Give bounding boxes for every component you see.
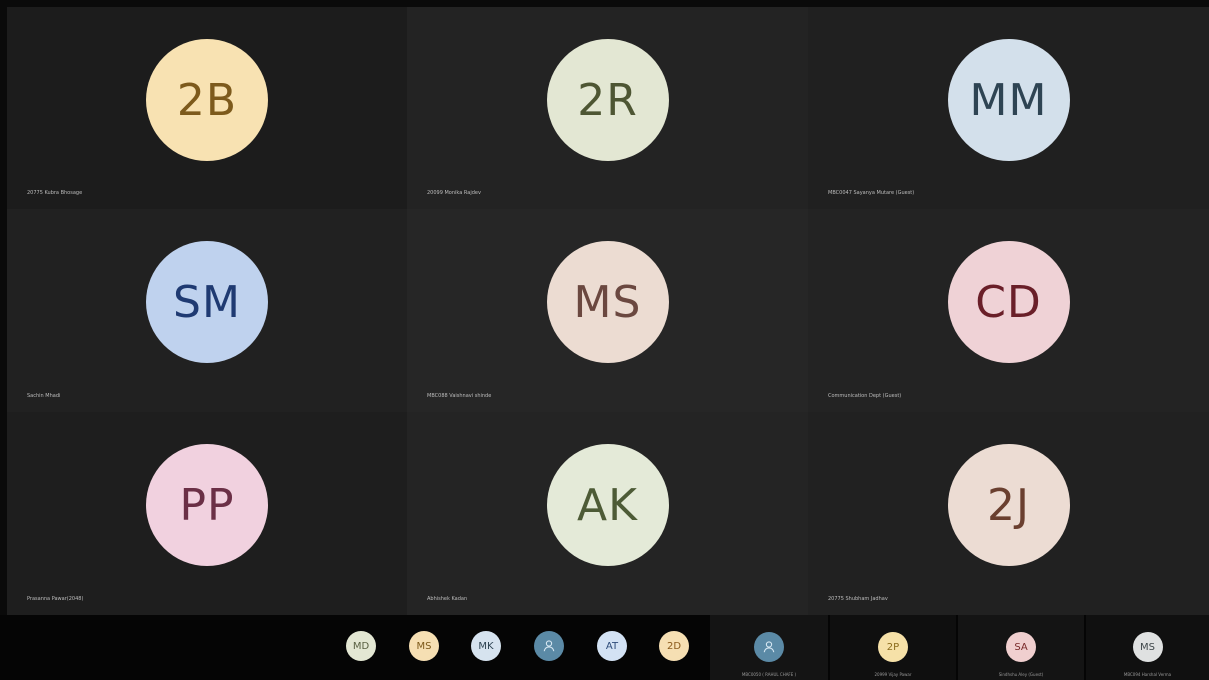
participant-name: Sachin Mhadi — [27, 393, 61, 399]
strip-participant-tile[interactable]: MBC0050 ( RAHUL CHAFE ) — [710, 615, 828, 680]
participant-name: 20775 Shubham Jadhav — [828, 596, 888, 602]
participant-tile[interactable]: MM MBC0047 Sayanya Mutare (Guest) — [808, 7, 1209, 209]
participant-avatar: AK — [546, 444, 669, 566]
participant-name: Communication Dept (Guest) — [828, 393, 902, 399]
participant-tile[interactable]: 2B 20775 Kubra Bhosage — [7, 7, 407, 209]
strip-avatar[interactable]: MS — [409, 631, 439, 661]
video-grid: 2B 20775 Kubra Bhosage 2R 20099 Monika R… — [7, 7, 1209, 615]
strip-avatar[interactable] — [534, 631, 564, 661]
strip-participant-name: Sindhshu Aley (Guest) — [998, 672, 1044, 677]
meeting-stage: 2B 20775 Kubra Bhosage 2R 20099 Monika R… — [0, 0, 1209, 680]
participant-tile[interactable]: 2J 20775 Shubham Jadhav — [808, 412, 1209, 615]
strip-participant-tile[interactable]: 2P 20999 Vijay Pawar — [830, 615, 956, 680]
participant-avatar: 2J — [947, 444, 1070, 566]
participant-avatar: MM — [947, 39, 1070, 161]
strip-participant-tile[interactable]: MS MBC094 Harshal Verma — [1086, 615, 1209, 680]
participant-tile[interactable]: AK Abhishek Kadan — [407, 412, 808, 615]
participant-avatar: 2R — [546, 39, 669, 161]
strip-avatar[interactable]: AT — [597, 631, 627, 661]
participant-avatar: SM — [146, 241, 268, 363]
strip-avatar: SA — [1006, 632, 1036, 662]
strip-participant-name: MBC094 Harshal Verma — [1123, 672, 1172, 677]
participant-avatar: 2B — [146, 39, 268, 161]
participant-strip: MD MS MK AT 2D MBC0050 ( RAHUL CHAFE ) 2… — [0, 615, 1209, 680]
participant-tile[interactable]: SM Sachin Mhadi — [7, 209, 407, 412]
strip-avatar: MS — [1132, 632, 1163, 662]
participant-tile[interactable]: MS MBC088 Vaishnavi shinde — [407, 209, 808, 412]
participant-name: 20099 Monika Rajdev — [427, 190, 481, 196]
person-icon — [543, 640, 555, 652]
participant-tile[interactable]: PP Prasanna Pawar(2048) — [7, 412, 407, 615]
person-icon — [763, 641, 775, 653]
strip-avatar — [754, 632, 784, 662]
participant-name: MBC088 Vaishnavi shinde — [427, 393, 492, 399]
participant-name: MBC0047 Sayanya Mutare (Guest) — [828, 190, 915, 196]
participant-tile[interactable]: CD Communication Dept (Guest) — [808, 209, 1209, 412]
strip-avatar[interactable]: MD — [346, 631, 376, 661]
participant-name: Abhishek Kadan — [427, 596, 468, 602]
participant-tile[interactable]: 2R 20099 Monika Rajdev — [407, 7, 808, 209]
strip-avatar[interactable]: MK — [471, 631, 501, 661]
participant-avatar: MS — [546, 241, 669, 363]
participant-name: Prasanna Pawar(2048) — [27, 596, 84, 602]
strip-participant-name: 20999 Vijay Pawar — [874, 672, 912, 677]
strip-avatar[interactable]: 2D — [659, 631, 689, 661]
participant-avatar: CD — [947, 241, 1070, 363]
strip-participant-name: MBC0050 ( RAHUL CHAFE ) — [741, 672, 797, 677]
strip-participant-tile[interactable]: SA Sindhshu Aley (Guest) — [958, 615, 1084, 680]
participant-avatar: PP — [146, 444, 268, 566]
participant-name: 20775 Kubra Bhosage — [27, 190, 83, 196]
strip-avatar: 2P — [878, 632, 908, 662]
